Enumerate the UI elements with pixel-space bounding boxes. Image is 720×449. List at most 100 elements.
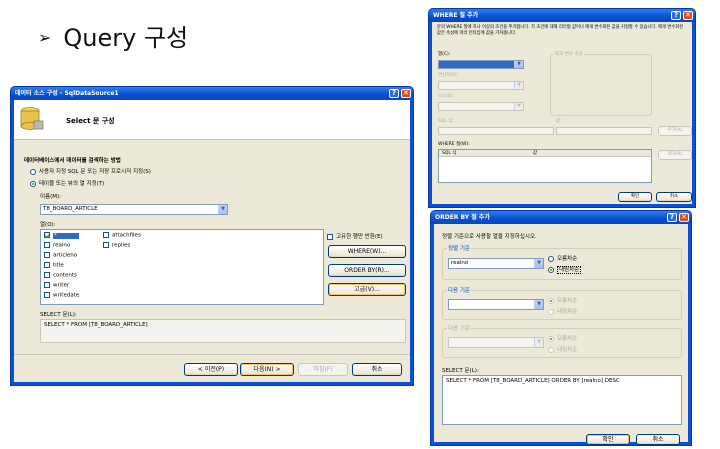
columns-list[interactable]: * realno articleno title contents writer… <box>40 229 324 305</box>
close-icon[interactable]: ✕ <box>401 89 411 98</box>
window-titlebar: WHERE 절 추가 ? ✕ <box>429 9 695 22</box>
window-title: WHERE 절 추가 <box>433 12 479 19</box>
checkbox-icon[interactable] <box>103 242 109 248</box>
then-by-descending-radio: 내림차순 <box>548 307 577 315</box>
previous-button[interactable]: < 이전(P) <box>184 363 238 376</box>
where-button[interactable]: WHERE(W)... <box>328 245 406 258</box>
window-body: 문의 WHERE 절에 하나 이상의 조건을 추가합니다. 각 조건에 대해 리… <box>432 22 692 204</box>
grid-header: SQL 식 값 <box>439 150 651 157</box>
checkbox-icon[interactable] <box>44 292 50 298</box>
configure-data-source-window: 데이터 소스 구성 - SqlDataSource1 ? ✕ Select 문 … <box>10 86 414 386</box>
column-combo[interactable]: ▼ <box>438 60 524 69</box>
slide-title: ➢ Query 구성 <box>38 18 188 53</box>
column-item[interactable]: writer <box>44 282 69 290</box>
advanced-button[interactable]: 고급(V)... <box>328 283 406 296</box>
add-button: 추가(A) <box>658 126 692 136</box>
column-item-label: articleno <box>53 252 78 259</box>
select-statement-label: SELECT 문(L): <box>40 312 77 318</box>
radio-selected-icon <box>548 266 554 273</box>
sql-expression-label: SQL 식: <box>438 119 454 124</box>
source-combo: ▼ <box>438 102 524 111</box>
column-item[interactable]: title <box>44 262 64 270</box>
radio-custom-sql[interactable]: 사용자 지정 SQL 문 또는 저장 프로시저 지정(S) <box>30 167 151 175</box>
checkbox-icon[interactable] <box>44 272 50 278</box>
ok-button[interactable]: 확인 <box>586 434 630 445</box>
column-item-label: realno <box>53 242 71 249</box>
sort-by-ascending-radio[interactable]: 오름차순 <box>548 254 577 262</box>
where-clause-window: WHERE 절 추가 ? ✕ 문의 WHERE 절에 하나 이상의 조건을 추가… <box>428 8 696 208</box>
value-box <box>556 127 652 135</box>
help-icon[interactable]: ? <box>389 89 399 98</box>
next-button[interactable]: 다음(N) > <box>240 363 294 376</box>
column-item[interactable]: writedate <box>44 292 79 300</box>
operator-label: 연산자(P): <box>438 73 459 78</box>
table-name-combo[interactable]: T8_BOARD_ARTICLE ▼ <box>40 204 228 215</box>
cancel-button[interactable]: 취소 <box>352 363 402 376</box>
radio-icon <box>548 346 554 353</box>
select-statement-text: SELECT * FROM [T8_BOARD_ARTICLE] ORDER B… <box>446 378 620 384</box>
column-label: 열(C): <box>438 52 451 57</box>
unique-rows-checkbox[interactable]: 고유한 행만 반환(E) <box>327 232 383 240</box>
checkbox-icon[interactable] <box>103 232 109 238</box>
window-titlebar: ORDER BY 절 추가 ? ✕ <box>431 211 691 224</box>
ascending-label: 오름차순 <box>557 256 578 262</box>
sql-expression-box <box>438 127 554 135</box>
then-by-label: 다음 기준 <box>447 286 471 294</box>
unique-rows-label: 고유한 행만 반환(E) <box>336 234 383 240</box>
orderby-button[interactable]: ORDER BY(R)... <box>328 264 406 277</box>
checkbox-icon[interactable] <box>327 233 333 240</box>
ok-button[interactable]: 확인 <box>618 192 652 202</box>
radio-table-columns[interactable]: 테이블 또는 뷰의 열 지정(T) <box>30 179 104 187</box>
then-by-combo[interactable]: ▼ <box>448 299 544 310</box>
chevron-down-icon: ▼ <box>514 82 523 89</box>
window-body: Select 문 구성 데이터베이스에서 데이터를 검색하는 방법 사용자 지정… <box>14 100 410 382</box>
ascending-label: 오름차순 <box>557 298 578 304</box>
descending-label: 내림차순 <box>557 347 578 353</box>
checkbox-icon[interactable] <box>44 282 50 288</box>
then-by-combo-2: ▼ <box>448 337 544 348</box>
select-statement-text: SELECT * FROM [T8_BOARD_ARTICLE] <box>44 322 148 328</box>
chevron-down-icon[interactable]: ▼ <box>514 61 523 68</box>
sort-by-value: realno <box>451 260 469 266</box>
column-item-label: replies <box>112 242 131 249</box>
grid-header-sql: SQL 식 <box>442 151 457 156</box>
sort-by-combo[interactable]: realno ▼ <box>448 258 544 269</box>
column-item-label: * <box>53 232 79 239</box>
column-item[interactable]: attachfiles <box>103 232 141 240</box>
column-item[interactable]: contents <box>44 272 77 280</box>
then-by-label-2: 다음 기준 <box>447 324 471 332</box>
checkbox-icon[interactable] <box>44 262 50 268</box>
column-item[interactable]: articleno <box>44 252 77 260</box>
orderby-description: 정렬 기준으로 사용할 열을 지정하십시오. <box>442 234 537 240</box>
close-icon[interactable]: ✕ <box>679 213 689 222</box>
checkmark-icon <box>44 233 51 239</box>
radio-table-columns-label: 테이블 또는 뷰의 열 지정(T) <box>39 181 105 187</box>
table-name-value: T8_BOARD_ARTICLE <box>43 206 98 212</box>
chevron-down-icon[interactable]: ▼ <box>534 300 543 309</box>
chevron-down-icon[interactable]: ▼ <box>218 205 227 214</box>
parameter-properties-group <box>550 54 652 116</box>
descending-label: 내림차순 <box>557 266 582 274</box>
help-icon[interactable]: ? <box>671 11 681 20</box>
bullet-arrow-icon: ➢ <box>38 28 52 47</box>
sort-by-descending-radio[interactable]: 내림차순 <box>548 265 582 274</box>
chevron-down-icon[interactable]: ▼ <box>534 259 543 268</box>
column-item[interactable]: realno <box>44 242 70 250</box>
cancel-button[interactable]: 취소 <box>636 434 680 445</box>
select-statement-label: SELECT 문(L): <box>442 368 479 374</box>
column-item-label: writedate <box>53 292 80 299</box>
window-body: 정렬 기준으로 사용할 열을 지정하십시오. 정렬 기준 realno ▼ 오름차… <box>434 224 688 445</box>
radio-icon <box>30 168 36 175</box>
help-icon[interactable]: ? <box>667 213 677 222</box>
button-divider <box>14 354 410 355</box>
close-icon[interactable]: ✕ <box>683 11 693 20</box>
checkbox-icon[interactable] <box>44 252 50 258</box>
select-statement-box: SELECT * FROM [T8_BOARD_ARTICLE] ORDER B… <box>442 375 682 425</box>
column-item-label: writer <box>53 282 70 289</box>
source-label: 소스(S): <box>438 94 455 99</box>
checkbox-icon[interactable] <box>44 242 50 248</box>
column-item[interactable]: replies <box>103 242 130 250</box>
radio-custom-sql-label: 사용자 지정 SQL 문 또는 저장 프로시저 지정(S) <box>39 169 151 175</box>
cancel-button[interactable]: 취소 <box>656 192 692 202</box>
where-clause-grid[interactable]: SQL 식 값 <box>438 149 652 183</box>
